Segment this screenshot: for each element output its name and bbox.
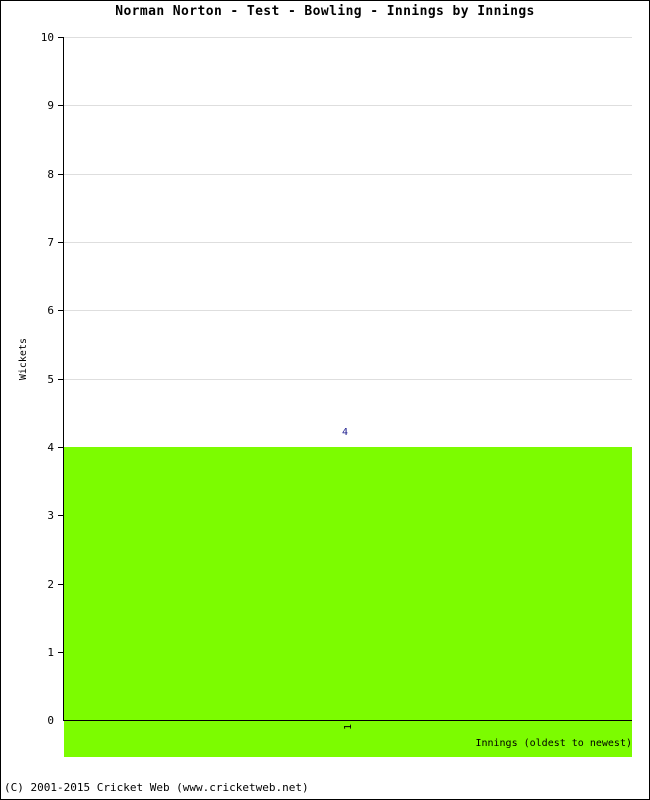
y-tick-mark-7: [58, 242, 64, 243]
plot-area: [64, 37, 632, 757]
y-tick-mark-4: [58, 447, 64, 448]
gridline-7: [64, 242, 632, 243]
y-tick-mark-5: [58, 379, 64, 380]
y-tick-label-8: 8: [47, 168, 54, 181]
y-tick-mark-3: [58, 515, 64, 516]
footer-copyright: (C) 2001-2015 Cricket Web (www.cricketwe…: [4, 781, 309, 794]
y-tick-mark-6: [58, 310, 64, 311]
y-tick-mark-9: [58, 105, 64, 106]
y-tick-label-7: 7: [47, 236, 54, 249]
y-axis-tick-labels: 10 9 8 7 6 5 4 3 2 1 0: [0, 0, 54, 800]
y-tick-label-10: 10: [40, 31, 54, 44]
gridline-8: [64, 174, 632, 175]
chart-title: Norman Norton - Test - Bowling - Innings…: [115, 4, 535, 19]
y-tick-label-1: 1: [47, 646, 54, 659]
bar-value-label-1: 4: [341, 427, 349, 438]
gridline-9: [64, 105, 632, 106]
x-tick-label-1: 1: [343, 724, 354, 731]
y-tick-label-0: 0: [47, 714, 54, 727]
gridline-6: [64, 310, 632, 311]
y-tick-label-2: 2: [47, 578, 54, 591]
y-tick-label-6: 6: [47, 304, 54, 317]
y-tick-label-9: 9: [47, 99, 54, 112]
x-axis-title: Innings (oldest to newest): [475, 738, 632, 749]
bar-innings-1[interactable]: [64, 447, 632, 757]
x-axis-line: [64, 720, 632, 721]
y-tick-mark-1: [58, 652, 64, 653]
y-tick-mark-8: [58, 174, 64, 175]
y-tick-mark-2: [58, 584, 64, 585]
chart-container: Norman Norton - Test - Bowling - Innings…: [0, 0, 650, 800]
y-tick-mark-10: [58, 37, 64, 38]
y-tick-label-3: 3: [47, 509, 54, 522]
gridline-5: [64, 379, 632, 380]
y-tick-label-4: 4: [47, 441, 54, 454]
gridline-10: [64, 37, 632, 38]
y-axis-title: Wickets: [18, 338, 29, 381]
